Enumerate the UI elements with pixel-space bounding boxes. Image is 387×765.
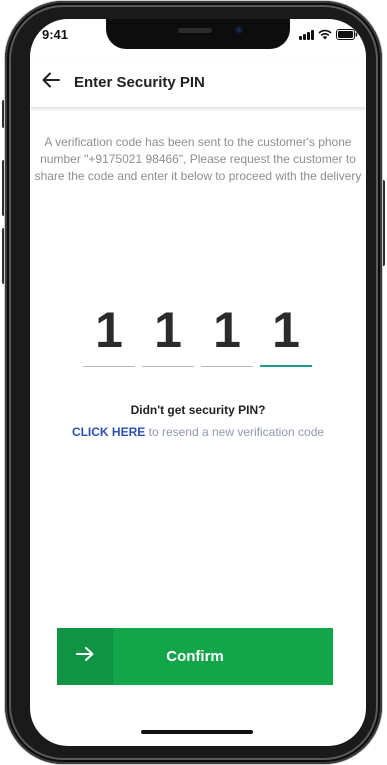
resend-line: CLICK HERE to resend a new verification … [30, 425, 366, 439]
confirm-button[interactable]: Confirm [57, 628, 333, 685]
resend-question: Didn't get security PIN? [130, 403, 266, 417]
verification-message: A verification code has been sent to the… [34, 135, 362, 183]
resend-suffix: to resend a new verification code [145, 425, 325, 439]
confirm-label: Confirm [166, 648, 224, 665]
phone-screen: 9:41 Enter Security PIN A verification c… [30, 19, 366, 746]
speaker-grille [178, 28, 212, 33]
arrow-left-icon [42, 72, 60, 93]
arrow-right-icon [75, 646, 95, 667]
status-icons [299, 29, 358, 40]
pin-underline [83, 366, 135, 367]
pin-underline-active [260, 365, 312, 367]
wifi-icon [318, 29, 332, 40]
app-header: Enter Security PIN [30, 57, 366, 107]
page-title: Enter Security PIN [74, 73, 205, 91]
battery-icon [336, 29, 358, 40]
confirm-arrow-box [57, 628, 113, 685]
pin-digit-field-2[interactable]: 1 [142, 301, 194, 367]
pin-digit-value: 1 [213, 302, 241, 358]
pin-digit-value: 1 [272, 302, 300, 358]
pin-underline [201, 366, 253, 367]
device-mockup: 9:41 Enter Security PIN A verification c… [0, 0, 387, 765]
home-indicator[interactable] [141, 730, 253, 734]
pin-digit-value: 1 [154, 302, 182, 358]
status-bar: 9:41 [30, 19, 366, 53]
pin-digit-field-3[interactable]: 1 [201, 301, 253, 367]
notch [106, 19, 290, 49]
resend-link[interactable]: CLICK HERE [72, 425, 145, 439]
pin-input-group: 1 1 1 1 [83, 301, 312, 367]
pin-digit-value: 1 [95, 302, 123, 358]
pin-digit-field-1[interactable]: 1 [83, 301, 135, 367]
front-camera [235, 26, 243, 34]
pin-digit-field-4[interactable]: 1 [260, 301, 312, 367]
cellular-signal-icon [299, 29, 314, 40]
back-button[interactable] [40, 71, 62, 93]
pin-underline [142, 366, 194, 367]
status-time: 9:41 [42, 27, 69, 42]
phone-frame: 9:41 Enter Security PIN A verification c… [5, 1, 382, 764]
